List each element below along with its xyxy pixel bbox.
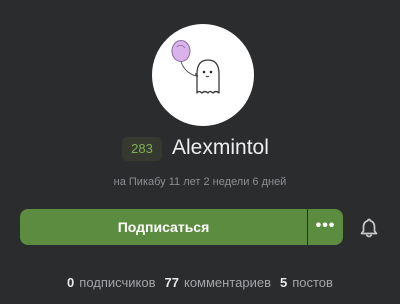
avatar[interactable] — [152, 24, 254, 126]
comments-count: 77 — [164, 275, 179, 290]
subscribers-count: 0 — [67, 275, 75, 290]
rating-badge: 283 — [122, 137, 162, 161]
subscribe-button[interactable]: Подписаться — [20, 209, 307, 245]
posts-count: 5 — [280, 275, 288, 290]
subscribers-label[interactable]: подписчиков — [79, 275, 155, 290]
posts-label[interactable]: постов — [292, 275, 333, 290]
ghost-balloon-icon — [171, 40, 220, 94]
more-options-button[interactable]: ••• — [308, 209, 343, 245]
bell-icon — [360, 218, 378, 238]
profile-header: 283 Alexmintol — [0, 132, 400, 166]
member-since-text: на Пикабу 11 лет 2 недели 6 дней — [113, 176, 287, 188]
comments-label[interactable]: комментариев — [184, 275, 271, 290]
notifications-bell-button[interactable] — [358, 217, 380, 239]
profile-stats: 0 подписчиков 77 комментариев 5 постов — [0, 274, 400, 292]
username: Alexmintol — [172, 136, 269, 159]
